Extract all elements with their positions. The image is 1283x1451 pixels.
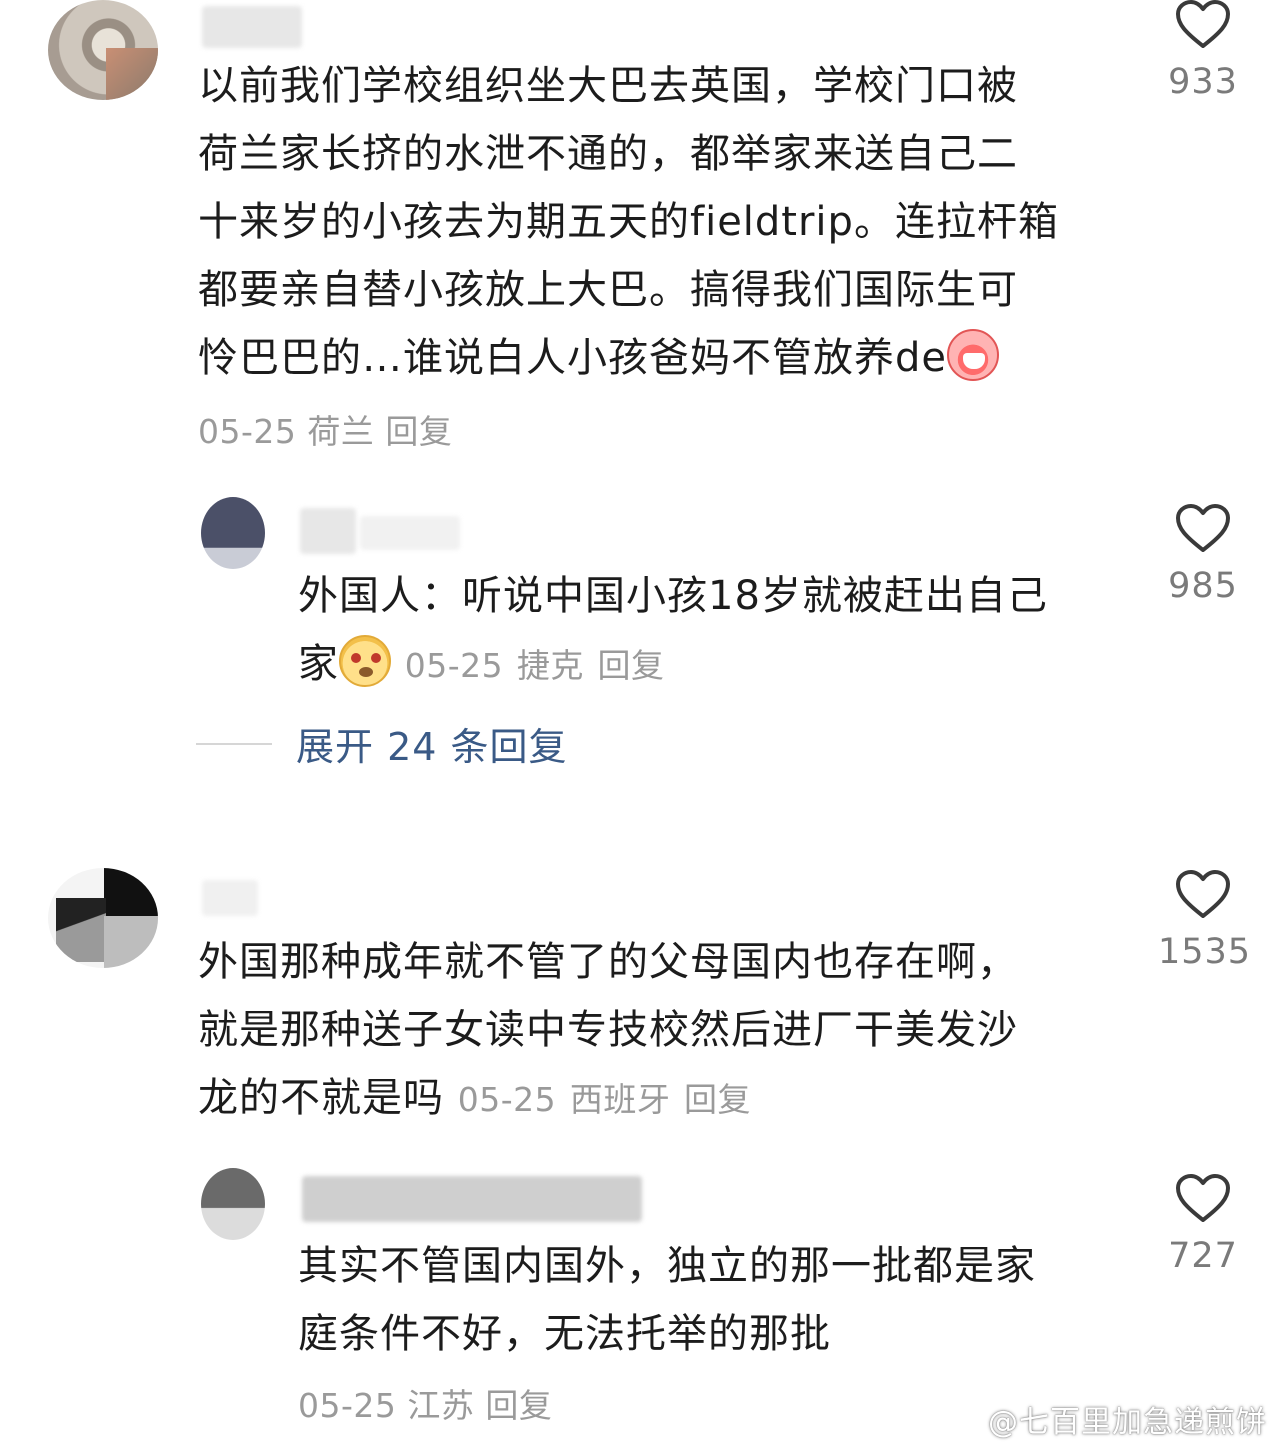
comment-meta: 05-25 江苏 回复 bbox=[298, 1372, 552, 1440]
watermark-text: @七百里加急递煎饼 bbox=[988, 1405, 1267, 1440]
username-redacted[interactable] bbox=[202, 6, 302, 48]
weibo-logo-icon bbox=[942, 1404, 982, 1436]
reply-body: 其实不管国内国外，独立的那一批都是家 庭条件不好，无法托举的那批 bbox=[298, 1243, 1036, 1357]
reply-button[interactable]: 回复 bbox=[598, 646, 665, 685]
reply-button[interactable]: 回复 bbox=[684, 1080, 751, 1119]
avatar[interactable] bbox=[201, 1168, 265, 1240]
username-redacted-extra bbox=[360, 516, 460, 550]
comment-body: 以前我们学校组织坐大巴去英国，学校门口被 荷兰家长挤的水泄不通的，都举家来送自己… bbox=[198, 63, 1059, 381]
avatar[interactable] bbox=[201, 497, 265, 569]
heart-icon[interactable] bbox=[1175, 0, 1231, 50]
comment-feed: 以前我们学校组织坐大巴去英国，学校门口被 荷兰家长挤的水泄不通的，都举家来送自己… bbox=[0, 0, 1283, 1451]
like-button[interactable]: 985 bbox=[1158, 504, 1248, 606]
username-redacted[interactable] bbox=[300, 508, 356, 554]
like-count: 1535 bbox=[1158, 932, 1252, 972]
comment-meta: 05-25 荷兰 回复 bbox=[198, 398, 452, 466]
expand-replies[interactable]: 展开 24 条回复 bbox=[196, 716, 568, 771]
username-redacted[interactable] bbox=[202, 880, 258, 916]
like-count: 933 bbox=[1168, 62, 1238, 102]
avatar[interactable] bbox=[48, 0, 158, 100]
comment-date: 05-25 bbox=[457, 1080, 557, 1119]
comment-date: 05-25 bbox=[404, 646, 504, 685]
comment-location: 荷兰 bbox=[307, 412, 375, 451]
like-button[interactable]: 933 bbox=[1158, 0, 1248, 102]
heart-icon[interactable] bbox=[1175, 1174, 1231, 1224]
comment-date: 05-25 bbox=[298, 1386, 397, 1425]
comment-location: 西班牙 bbox=[569, 1080, 671, 1119]
reply-body: 外国人：听说中国小孩18岁就被赶出自己 家 05-25 捷克 回复 bbox=[298, 573, 1048, 687]
reply-button[interactable]: 回复 bbox=[485, 1386, 552, 1425]
dog-face-icon bbox=[339, 635, 391, 687]
reply-button[interactable]: 回复 bbox=[385, 412, 452, 451]
comment-location: 捷克 bbox=[516, 646, 584, 685]
comment-date: 05-25 bbox=[198, 412, 297, 451]
heart-icon[interactable] bbox=[1175, 870, 1231, 920]
like-count: 985 bbox=[1168, 566, 1238, 606]
username-redacted[interactable] bbox=[302, 1176, 642, 1222]
cry-face-icon bbox=[947, 329, 999, 381]
heart-icon[interactable] bbox=[1175, 504, 1231, 554]
watermark: @七百里加急递煎饼 bbox=[942, 1397, 1267, 1441]
like-count: 727 bbox=[1168, 1236, 1238, 1276]
like-button[interactable]: 1535 bbox=[1158, 870, 1252, 972]
divider-line bbox=[196, 742, 272, 745]
avatar[interactable] bbox=[48, 868, 158, 968]
expand-replies-label[interactable]: 展开 24 条回复 bbox=[296, 716, 568, 771]
comment-location: 江苏 bbox=[407, 1386, 475, 1425]
like-button[interactable]: 727 bbox=[1158, 1174, 1248, 1276]
comment-body: 外国那种成年就不管了的父母国内也存在啊， 就是那种送子女读中专技校然后进厂干美发… bbox=[198, 939, 1018, 1121]
